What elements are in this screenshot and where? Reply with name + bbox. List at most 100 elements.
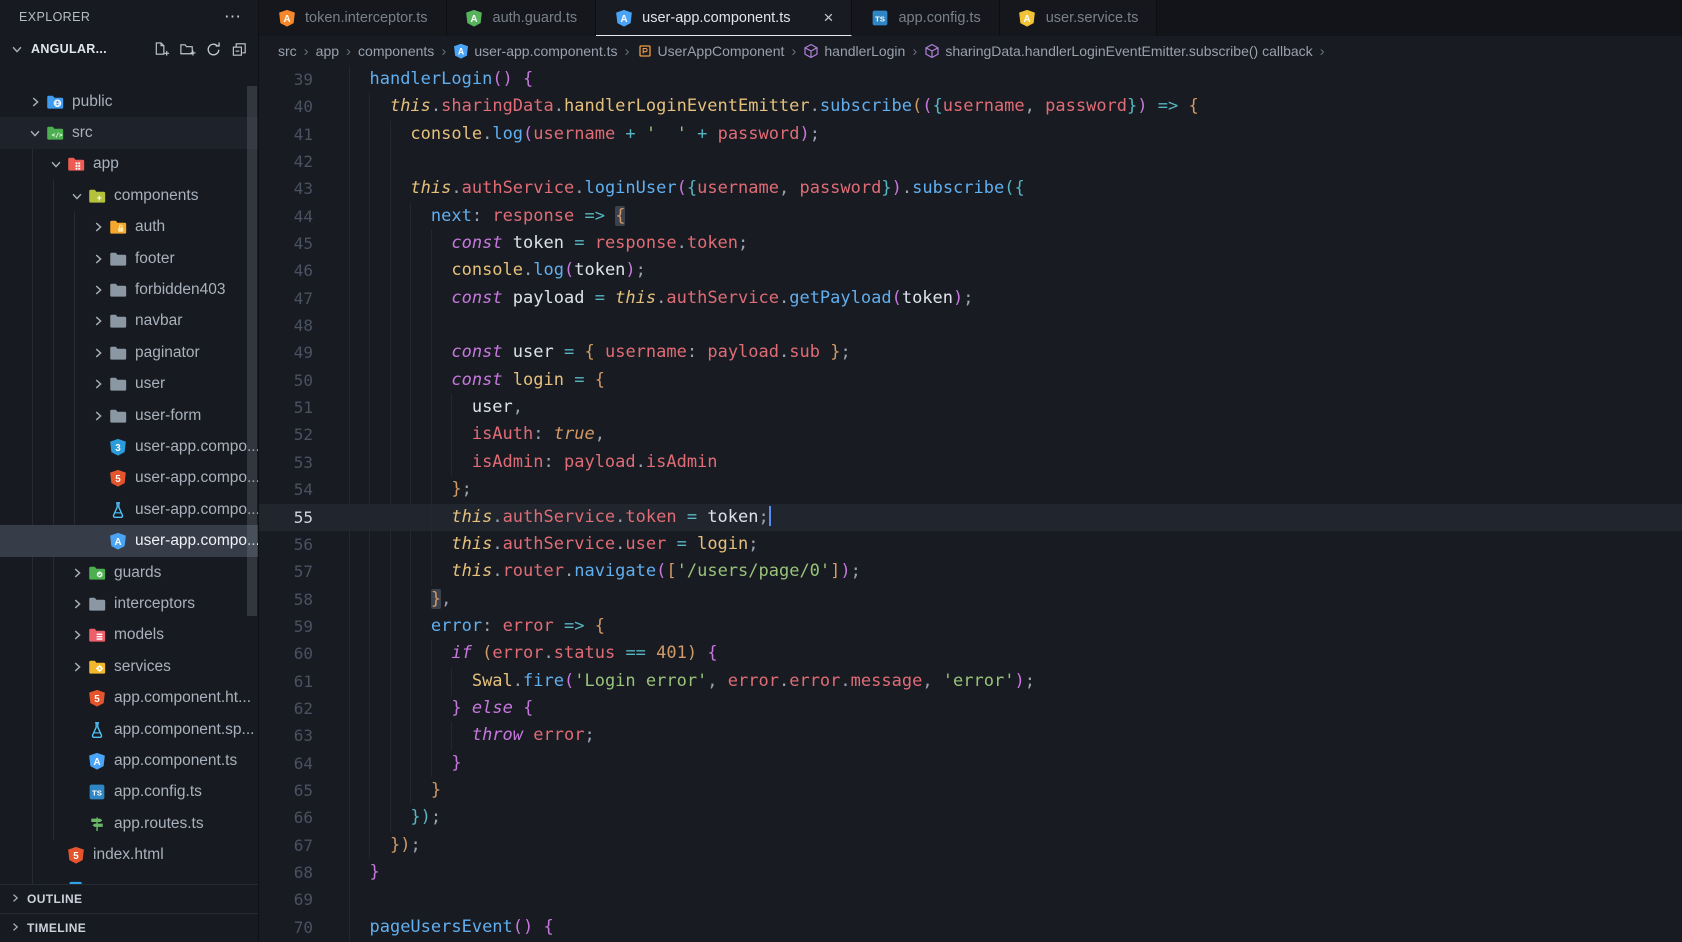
code-line-47[interactable]: 47 const payload = this.authService.getP… xyxy=(259,284,1682,313)
tree-item-app[interactable]: app xyxy=(0,149,258,180)
breadcrumb-item[interactable]: src xyxy=(278,43,297,59)
outline-section[interactable]: OUTLINE xyxy=(0,884,258,913)
code-line-49[interactable]: 49 const user = { username: payload.sub … xyxy=(259,339,1682,367)
tree-item-user-app.compo...[interactable]: 3 user-app.compo... xyxy=(0,431,258,462)
tree-item-user-app.compo...[interactable]: Auser-app.compo... xyxy=(0,525,258,557)
line-number: 64 xyxy=(293,753,313,773)
code-line-39[interactable]: 39 handlerLogin() { xyxy=(259,66,1682,94)
tree-item-user-app.compo...[interactable]: 5 user-app.compo... xyxy=(0,463,258,494)
code-line-55[interactable]: 55 this.authService.token = token; xyxy=(259,503,1682,531)
svg-text:A: A xyxy=(458,46,465,56)
code-line-48[interactable]: 48 xyxy=(259,312,1682,340)
tree-item-interceptors[interactable]: interceptors xyxy=(0,588,258,619)
code-line-51[interactable]: 51 user, xyxy=(259,394,1682,422)
code-line-46[interactable]: 46 console.log(token); xyxy=(259,257,1682,285)
breadcrumb-item[interactable]: sharingData.handlerLoginEventEmitter.sub… xyxy=(924,43,1313,59)
close-icon[interactable]: × xyxy=(817,7,839,29)
code-line-52[interactable]: 52 isAuth: true, xyxy=(259,421,1682,449)
tree-item-user-app.compo...[interactable]: user-app.compo... xyxy=(0,494,258,525)
tree-item-app.component.ts[interactable]: Aapp.component.ts xyxy=(0,745,258,776)
line-number: 53 xyxy=(293,452,313,472)
breadcrumb-item[interactable]: app xyxy=(316,43,339,59)
chevron-right-icon xyxy=(24,94,45,110)
tree-item-label: user-app.compo... xyxy=(135,437,258,455)
breadcrumb-item[interactable]: handlerLogin xyxy=(803,43,905,59)
flask-icon xyxy=(108,500,128,520)
line-number: 63 xyxy=(293,726,313,746)
chevron-right-icon xyxy=(87,345,108,361)
tree-item-app.routes.ts[interactable]: app.routes.ts xyxy=(0,808,258,839)
code-line-63[interactable]: 63 throw error; xyxy=(259,722,1682,750)
svg-text:TS: TS xyxy=(875,15,885,24)
tree-item-app.component.ht...[interactable]: 5 app.component.ht... xyxy=(0,682,258,713)
tree-item-forbidden403[interactable]: forbidden403 xyxy=(0,274,258,305)
collapse-all-button[interactable] xyxy=(231,41,248,58)
tree-item-services[interactable]: services xyxy=(0,651,258,682)
tab-user.service.ts[interactable]: Auser.service.ts xyxy=(999,0,1158,36)
code-line-70[interactable]: 70 pageUsersEvent() { xyxy=(259,913,1682,941)
tree-item-paginator[interactable]: paginator xyxy=(0,337,258,368)
tree-item-navbar[interactable]: navbar xyxy=(0,306,258,337)
chevron-down-icon xyxy=(45,156,66,172)
code-line-42[interactable]: 42 xyxy=(259,148,1682,176)
tree-item-user-form[interactable]: user-form xyxy=(0,400,258,431)
code-line-54[interactable]: 54 }; xyxy=(259,476,1682,504)
code-line-67[interactable]: 67 }); xyxy=(259,831,1682,859)
breadcrumb-item[interactable]: Auser-app.component.ts xyxy=(453,43,618,59)
indent-guide xyxy=(389,148,391,176)
code-line-56[interactable]: 56 this.authService.user = login; xyxy=(259,530,1682,559)
code-line-44[interactable]: 44 next: response => { xyxy=(259,202,1682,231)
tab-app.config.ts[interactable]: TS app.config.ts xyxy=(852,0,1000,36)
indent-guide xyxy=(410,312,412,340)
tree-item-auth[interactable]: auth xyxy=(0,212,258,243)
code-line-53[interactable]: 53 isAdmin: payload.isAdmin xyxy=(259,448,1682,477)
timeline-section[interactable]: TIMELINE xyxy=(0,913,258,942)
tree-item-app.component.sp...[interactable]: app.component.sp... xyxy=(0,714,258,745)
tab-label: user.service.ts xyxy=(1045,10,1139,26)
tree-item-label: navbar xyxy=(135,312,183,330)
new-file-button[interactable] xyxy=(153,41,170,58)
code-line-43[interactable]: 43 this.authService.loginUser({username,… xyxy=(259,175,1682,203)
code-line-68[interactable]: 68 } xyxy=(259,858,1682,887)
tree-item-footer[interactable]: footer xyxy=(0,243,258,274)
code-line-41[interactable]: 41 console.log(username + ' ' + password… xyxy=(259,120,1682,149)
tab-user-app.component.ts[interactable]: Auser-app.component.ts × xyxy=(596,0,853,36)
code-line-60[interactable]: 60 if (error.status == 401) { xyxy=(259,640,1682,668)
code-line-61[interactable]: 61 Swal.fire('Login error', error.error.… xyxy=(259,667,1682,695)
svg-text:A: A xyxy=(93,757,100,768)
code-editor[interactable]: 39 handlerLogin() {40 this.sharingData.h… xyxy=(259,66,1682,942)
code-line-40[interactable]: 40 this.sharingData.handlerLoginEventEmi… xyxy=(259,93,1682,121)
tab-auth.guard.ts[interactable]: Aauth.guard.ts xyxy=(446,0,597,36)
code-line-57[interactable]: 57 this.router.navigate(['/users/page/0'… xyxy=(259,558,1682,586)
more-actions-icon[interactable]: ⋯ xyxy=(224,7,242,27)
breadcrumb-item[interactable]: UserAppComponent xyxy=(637,43,784,59)
tab-token.interceptor.ts[interactable]: Atoken.interceptor.ts xyxy=(259,0,447,36)
code-line-45[interactable]: 45 const token = response.token; xyxy=(259,230,1682,258)
tree-item-models[interactable]: models xyxy=(0,620,258,651)
code-line-69[interactable]: 69 xyxy=(259,886,1682,914)
tree-item-components[interactable]: + components xyxy=(0,180,258,211)
breadcrumb-item[interactable]: components xyxy=(358,43,434,59)
code-line-65[interactable]: 65 } xyxy=(259,776,1682,805)
code-line-50[interactable]: 50 const login = { xyxy=(259,366,1682,395)
refresh-button[interactable] xyxy=(205,41,222,58)
svg-text:+: + xyxy=(97,193,102,203)
code-line-59[interactable]: 59 error: error => { xyxy=(259,612,1682,641)
code-line-64[interactable]: 64 } xyxy=(259,749,1682,777)
project-section-header[interactable]: ANGULAR... xyxy=(0,34,258,64)
new-folder-button[interactable] xyxy=(179,41,196,58)
code-line-58[interactable]: 58 }, xyxy=(259,585,1682,613)
tree-item-user[interactable]: user xyxy=(0,369,258,400)
sidebar-scrollbar[interactable] xyxy=(247,86,257,616)
tree-item-app.config.ts[interactable]: TS app.config.ts xyxy=(0,777,258,808)
tree-item-label: src xyxy=(72,124,93,142)
tree-item-src[interactable]: </> src xyxy=(0,117,258,149)
tree-item-index.html[interactable]: 5 index.html xyxy=(0,839,258,870)
line-number: 41 xyxy=(293,124,313,144)
tree-item-public[interactable]: public xyxy=(0,86,258,117)
tree-item-guards[interactable]: guards xyxy=(0,557,258,588)
html-icon: 5 xyxy=(87,688,107,708)
code-line-66[interactable]: 66 }); xyxy=(259,804,1682,832)
project-name: ANGULAR... xyxy=(31,42,107,56)
code-line-62[interactable]: 62 } else { xyxy=(259,694,1682,723)
